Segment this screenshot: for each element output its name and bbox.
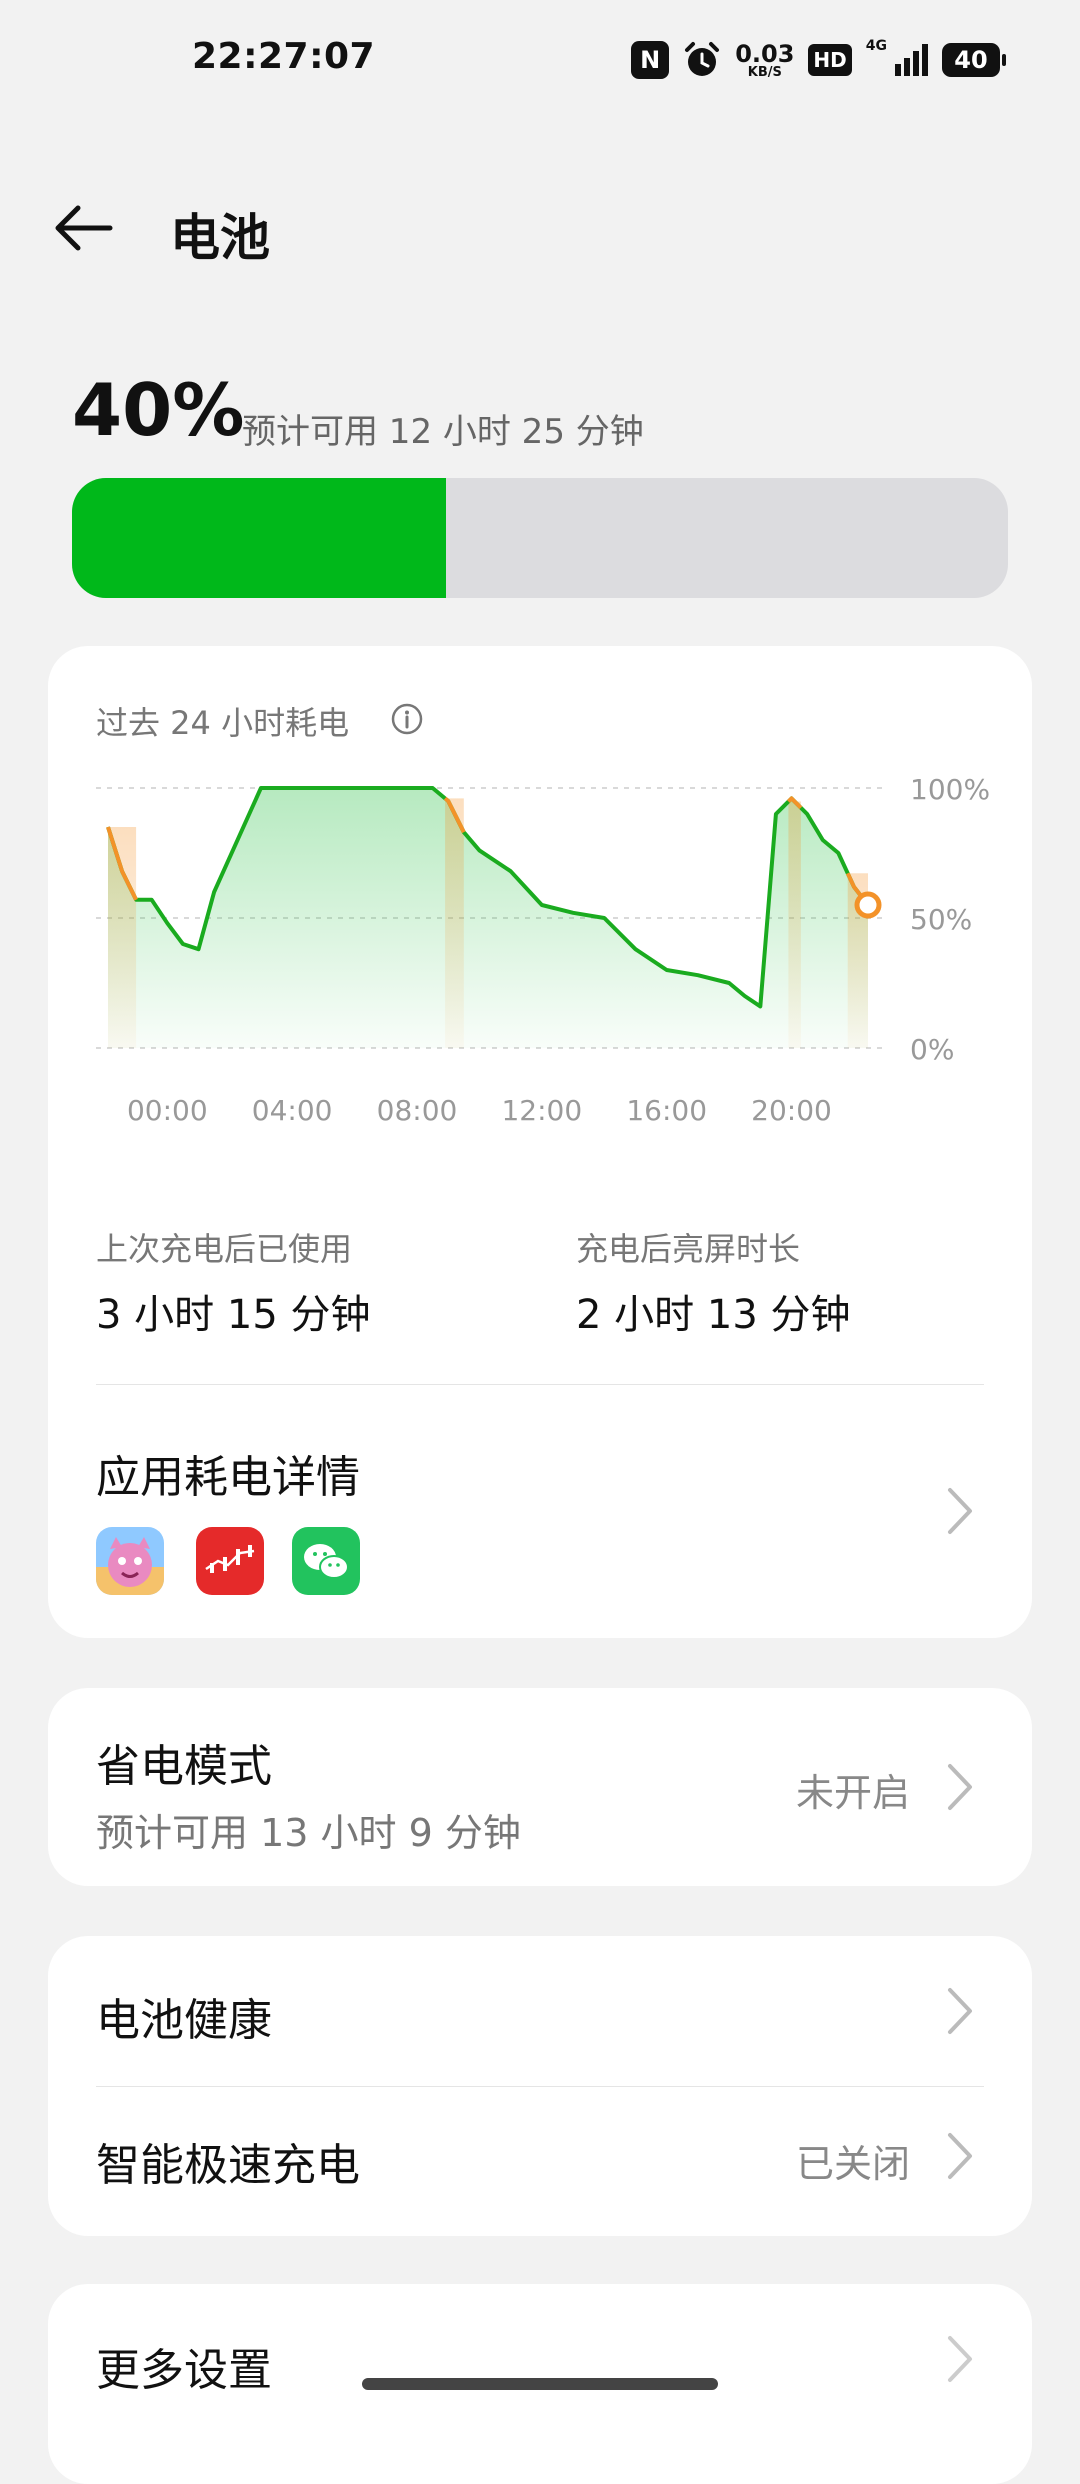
battery-health-title: 电池健康: [96, 1995, 272, 2046]
alarm-icon: [685, 42, 720, 76]
app-usage-title: 应用耗电详情: [96, 1452, 360, 1503]
status-time: 22:27:07: [192, 36, 376, 77]
battery-settings-card: 电池健康 智能极速充电 已关闭: [48, 1936, 1032, 2236]
battery-health-row[interactable]: 电池健康: [48, 1936, 1032, 2086]
stock-app-icon: [196, 1527, 264, 1595]
power-saving-status: 未开启: [795, 1771, 910, 1815]
current-point-marker: [854, 891, 882, 919]
stat-used-value: 3 小时 15 分钟: [96, 1292, 371, 1338]
x-tick-label: 00:00: [127, 1094, 208, 1127]
fast-charge-title: 智能极速充电: [96, 2140, 360, 2191]
x-tick-label: 04:00: [252, 1094, 333, 1127]
stat-screen-label: 充电后亮屏时长: [576, 1230, 801, 1268]
usage-card: 过去 24 小时耗电 100% 50% 0% 00:00 04:00 08:00 12:00…: [48, 646, 1032, 1638]
chevron-right-icon: [948, 1988, 972, 2034]
power-saving-row[interactable]: 省电模式 预计可用 13 小时 9 分钟 未开启: [48, 1688, 1032, 1886]
y-tick-label: 0%: [910, 1033, 954, 1066]
y-tick-label: 100%: [910, 773, 990, 806]
usage-chart: 100% 50% 0% 00:00 04:00 08:00 12:00 16:00 20:00: [96, 773, 990, 1127]
hd-badge: HD: [808, 44, 852, 76]
stat-used-label: 上次充电后已使用: [96, 1230, 353, 1268]
fast-charge-status: 已关闭: [795, 2142, 910, 2186]
network-type: 4G: [865, 38, 887, 54]
info-icon[interactable]: [390, 702, 424, 736]
more-settings-title: 更多设置: [96, 2345, 272, 2396]
x-tick-label: 16:00: [626, 1094, 707, 1127]
x-tick-label: 20:00: [751, 1094, 832, 1127]
chevron-right-icon: [948, 1764, 972, 1810]
charging-band: [788, 801, 801, 1048]
wechat-icon: [292, 1527, 360, 1595]
x-tick-label: 12:00: [501, 1094, 582, 1127]
usage-area: [108, 788, 868, 1048]
arrow-left-icon[interactable]: [52, 196, 116, 260]
nfc-icon: N: [631, 41, 670, 79]
battery-estimate: 预计可用 12 小时 25 分钟: [242, 412, 644, 452]
chevron-right-icon: [948, 2133, 972, 2179]
y-tick-label: 50%: [910, 903, 972, 936]
network-speed: 0.03 KB/S: [735, 39, 795, 80]
app-usage-row[interactable]: 应用耗电详情: [48, 1385, 1032, 1638]
page-title: 电池: [170, 209, 270, 267]
power-saving-subtitle: 预计可用 13 小时 9 分钟: [96, 1811, 521, 1855]
status-icons: N 0.03 KB/S HD 4G 40: [631, 34, 1006, 86]
battery-percent: 40%: [72, 368, 245, 452]
battery-icon: 40: [942, 43, 1006, 77]
fast-charge-row[interactable]: 智能极速充电 已关闭: [48, 2087, 1032, 2236]
home-indicator[interactable]: [362, 2378, 718, 2390]
chevron-right-icon: [948, 2336, 972, 2382]
signal-icon: [895, 44, 928, 76]
charging-band: [108, 827, 137, 1048]
chart-title: 过去 24 小时耗电: [96, 704, 350, 742]
chevron-right-icon: [948, 1488, 972, 1534]
power-saving-title: 省电模式: [96, 1741, 272, 1792]
battery-level-fill: [72, 478, 447, 598]
stat-screen-value: 2 小时 13 分钟: [576, 1292, 851, 1338]
x-tick-label: 08:00: [377, 1094, 458, 1127]
battery-level-bar: [72, 478, 1008, 598]
game-app-icon: [96, 1527, 164, 1595]
charging-band: [445, 798, 464, 1048]
